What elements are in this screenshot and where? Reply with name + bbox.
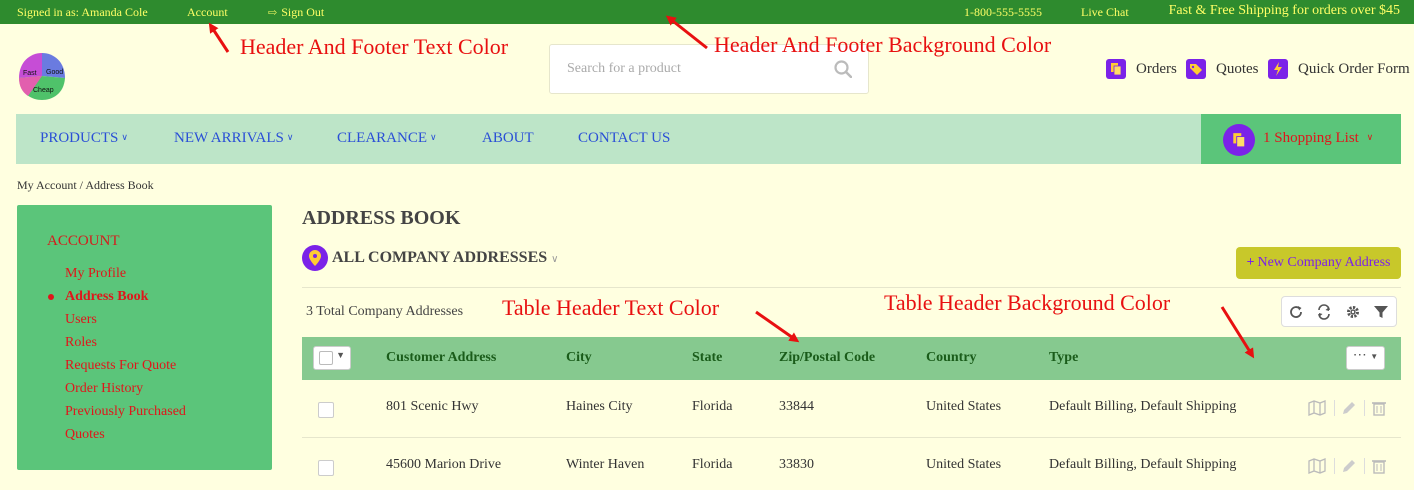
arrow-table-text — [755, 310, 800, 343]
arrow-header-bg — [665, 15, 708, 50]
arrow-table-bg — [1220, 306, 1255, 359]
annotation-arrows — [208, 15, 1255, 359]
arrow-header-text — [208, 22, 230, 53]
